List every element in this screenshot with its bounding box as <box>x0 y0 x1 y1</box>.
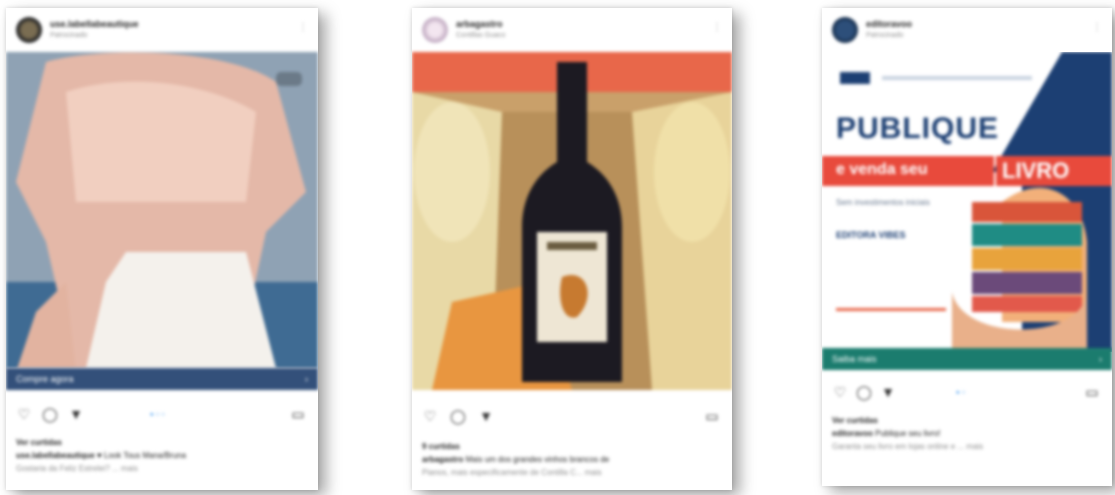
chevron-right-icon: › <box>1099 354 1102 364</box>
avatar[interactable] <box>16 17 42 43</box>
likes-count[interactable]: Ver curtidas <box>16 436 308 449</box>
heart-icon[interactable]: ♡ <box>16 406 32 422</box>
post-header: use.labellabeautique Patrocinado ⋮ <box>6 8 318 52</box>
post-username[interactable]: editoravoo <box>866 19 912 29</box>
caption-username[interactable]: arbagastro <box>422 455 463 464</box>
ad-brand: EDITORA VIBES <box>836 230 906 240</box>
carousel-dots: ●○ <box>956 390 968 396</box>
cta-label: Compre agora <box>16 374 74 384</box>
ad-body: Sem investimentos iniciais <box>836 198 930 207</box>
post-image[interactable]: PUBLIQUE e venda seu LIVRO Sem investime… <box>822 52 1112 352</box>
comment-icon[interactable]: ◯ <box>42 406 58 422</box>
avatar[interactable] <box>832 17 858 43</box>
share-icon[interactable]: ▼ <box>68 406 84 422</box>
post-meta: Ver curtidas editoravoo Publique seu liv… <box>832 414 1102 453</box>
ad-headline: PUBLIQUE <box>836 112 1000 145</box>
caption-username[interactable]: use.labellabeautique <box>16 451 95 460</box>
caption-text: ♥ Look Tous Mana/Bruna <box>96 451 187 460</box>
caption-more[interactable]: Garanta seu livro em lojas online e ... … <box>832 440 1102 453</box>
chevron-right-icon: › <box>305 374 308 384</box>
caption-text: Publique seu livro! <box>875 429 941 438</box>
post-username[interactable]: use.labellabeautique <box>50 19 139 29</box>
ad-tagline: e venda seu <box>836 161 928 178</box>
more-options-icon[interactable]: ⋮ <box>298 22 308 33</box>
cta-label: Saiba mais <box>832 354 877 364</box>
action-bar: ♡ ◯ ▼ ●○ ▭ <box>822 380 1112 406</box>
bookmark-icon[interactable]: ▭ <box>1084 384 1100 400</box>
heart-icon[interactable]: ♡ <box>832 384 848 400</box>
post-card-wine: arbagastro Contillas Guaco ⋮ ♡ ◯ ▼ ▭ 9 c… <box>412 8 732 490</box>
action-bar: ♡ ◯ ▼ ●○○ ▭ <box>6 402 318 428</box>
post-subtitle: Patrocinado <box>50 32 88 39</box>
caption-text: Mais um dos grandes vinhos brancos de <box>465 455 610 464</box>
post-meta: 9 curtidas arbagastro Mais um dos grande… <box>422 440 722 479</box>
cta-bar[interactable]: Compre agora › <box>6 368 318 390</box>
ad-word: LIVRO <box>1002 158 1070 183</box>
carousel-dots: ●○○ <box>150 412 167 418</box>
caption-username[interactable]: editoravoo <box>832 429 873 438</box>
action-bar: ♡ ◯ ▼ ▭ <box>412 404 732 430</box>
post-header: arbagastro Contillas Guaco ⋮ <box>412 8 732 52</box>
post-meta: Ver curtidas use.labellabeautique ♥ Look… <box>16 436 308 475</box>
likes-count[interactable]: Ver curtidas <box>832 414 1102 427</box>
post-card-book-ad: editoravoo Patrocinado ⋮ PUBLIQUE e vend… <box>822 8 1112 486</box>
share-icon[interactable]: ▼ <box>880 384 896 400</box>
comment-icon[interactable]: ◯ <box>450 408 466 424</box>
more-options-icon[interactable]: ⋮ <box>1092 22 1102 33</box>
likes-count[interactable]: 9 curtidas <box>422 440 722 453</box>
more-options-icon[interactable]: ⋮ <box>712 22 722 33</box>
post-header: editoravoo Patrocinado ⋮ <box>822 8 1112 52</box>
cta-bar[interactable]: Saiba mais › <box>822 348 1112 370</box>
heart-icon[interactable]: ♡ <box>422 408 438 424</box>
caption-more[interactable]: Pianos, mais especificamente de Contilla… <box>422 466 722 479</box>
post-subtitle: Patrocinado <box>866 32 904 39</box>
bookmark-icon[interactable]: ▭ <box>290 406 306 422</box>
post-subtitle: Contillas Guaco <box>456 32 506 39</box>
bookmark-icon[interactable]: ▭ <box>704 408 720 424</box>
post-card-fashion: use.labellabeautique Patrocinado ⋮ Compr… <box>6 8 318 490</box>
post-username[interactable]: arbagastro <box>456 19 503 29</box>
caption-more[interactable]: Gostaria da Feliz Estrelei? ... mais <box>16 462 308 475</box>
share-icon[interactable]: ▼ <box>478 408 494 424</box>
post-image[interactable] <box>412 52 732 390</box>
avatar[interactable] <box>422 17 448 43</box>
post-image[interactable] <box>6 52 318 368</box>
comment-icon[interactable]: ◯ <box>856 384 872 400</box>
